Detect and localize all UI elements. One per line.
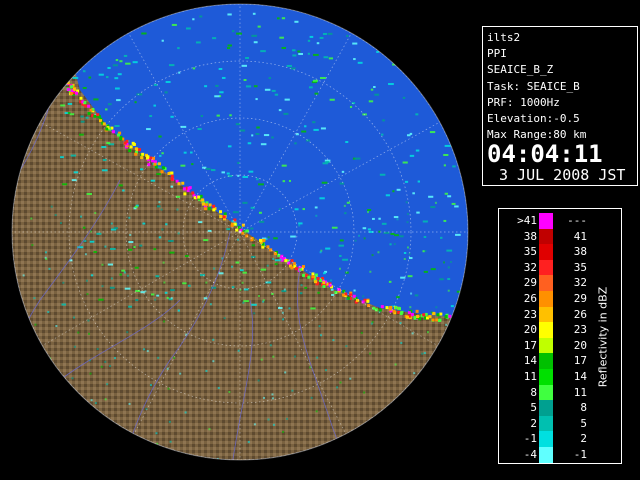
legend-high-value: 23	[573, 323, 587, 337]
legend-row: 20 23	[499, 322, 589, 338]
legend-high-value: 26	[573, 307, 587, 321]
legend-high-value: 20	[573, 338, 587, 352]
legend-row: 25	[499, 415, 589, 432]
radar-info-panel: ilts2 PPI SEAICE_B_Z Task: SEAICE_B PRF:…	[482, 26, 638, 186]
legend-low-value: -1	[523, 432, 537, 446]
legend-color-swatch	[539, 275, 553, 291]
legend-row: 32 35	[499, 259, 589, 276]
legend-color-swatch	[539, 431, 553, 447]
legend-high-value: 35	[573, 260, 587, 274]
legend-low-value: 35	[523, 245, 537, 259]
legend-low-value: 20	[523, 323, 537, 337]
legend-high-value: -1	[573, 448, 587, 461]
legend-high-value: 11	[573, 385, 587, 399]
reflectivity-legend: >41 --- 38 41 35 38 32 35 29 32 26 29 23 26 20 23 17 20 14…	[498, 208, 622, 464]
legend-row: 11 14	[499, 369, 589, 385]
legend-low-value: 23	[523, 307, 537, 321]
scan-time: 04:04:11	[487, 140, 603, 169]
legend-low-value: >41	[517, 214, 537, 227]
legend-color-swatch	[539, 400, 553, 416]
legend-row: 29 32	[499, 275, 589, 291]
legend-high-value: ---	[567, 214, 587, 227]
legend-low-value: 14	[523, 354, 537, 368]
legend-color-swatch	[539, 369, 553, 385]
legend-color-swatch	[539, 337, 553, 354]
legend-color-swatch	[539, 306, 553, 323]
legend-row: >41 ---	[499, 213, 589, 229]
legend-row: 14 17	[499, 353, 589, 369]
legend-color-swatch	[539, 213, 553, 229]
legend-title: Reflectivity in dBZ	[596, 286, 610, 388]
legend-low-value: 11	[523, 370, 537, 383]
legend-high-value: 32	[573, 276, 587, 290]
legend-row: 23 26	[499, 306, 589, 323]
legend-low-value: -4	[523, 448, 537, 461]
legend-high-value: 14	[573, 370, 587, 383]
legend-row: -1 2	[499, 431, 589, 447]
legend-low-value: 2	[530, 416, 537, 430]
product-name: SEAICE_B_Z	[487, 63, 554, 77]
legend-row: -4 -1	[499, 447, 589, 463]
radar-ppi-display	[0, 0, 480, 480]
legend-color-swatch	[539, 384, 553, 401]
scan-type: PPI	[487, 47, 507, 61]
legend-low-value: 32	[523, 260, 537, 274]
legend-high-value: 38	[573, 245, 587, 259]
legend-color-swatch	[539, 415, 553, 432]
legend-row: 38 41	[499, 228, 589, 245]
legend-row: 35 38	[499, 244, 589, 260]
legend-color-swatch	[539, 259, 553, 276]
legend-high-value: 2	[580, 432, 587, 446]
legend-low-value: 29	[523, 276, 537, 290]
legend-color-swatch	[539, 353, 553, 369]
station-name: ilts2	[487, 31, 521, 44]
legend-color-swatch	[539, 447, 553, 463]
scan-date: 3 JUL 2008 JST	[499, 166, 626, 185]
task-name: Task: SEAICE_B	[487, 79, 580, 93]
legend-row: 17 20	[499, 337, 589, 354]
legend-high-value: 41	[573, 229, 587, 243]
legend-low-value: 5	[530, 401, 537, 415]
legend-row: 8 11	[499, 384, 589, 401]
legend-low-value: 38	[523, 229, 537, 243]
legend-row: 58	[499, 400, 589, 416]
legend-high-value: 17	[573, 354, 587, 368]
prf-value: PRF: 1000Hz	[487, 95, 560, 109]
legend-color-swatch	[539, 291, 553, 307]
legend-color-swatch	[539, 228, 553, 245]
legend-high-value: 5	[580, 416, 587, 430]
legend-row: 26 29	[499, 291, 589, 307]
legend-color-swatch	[539, 244, 553, 260]
legend-low-value: 17	[523, 338, 537, 352]
legend-low-value: 8	[530, 385, 537, 399]
legend-high-value: 29	[573, 292, 587, 305]
legend-color-swatch	[539, 322, 553, 338]
legend-low-value: 26	[523, 292, 537, 305]
elevation-value: Elevation:-0.5	[487, 112, 580, 126]
legend-high-value: 8	[580, 401, 587, 415]
